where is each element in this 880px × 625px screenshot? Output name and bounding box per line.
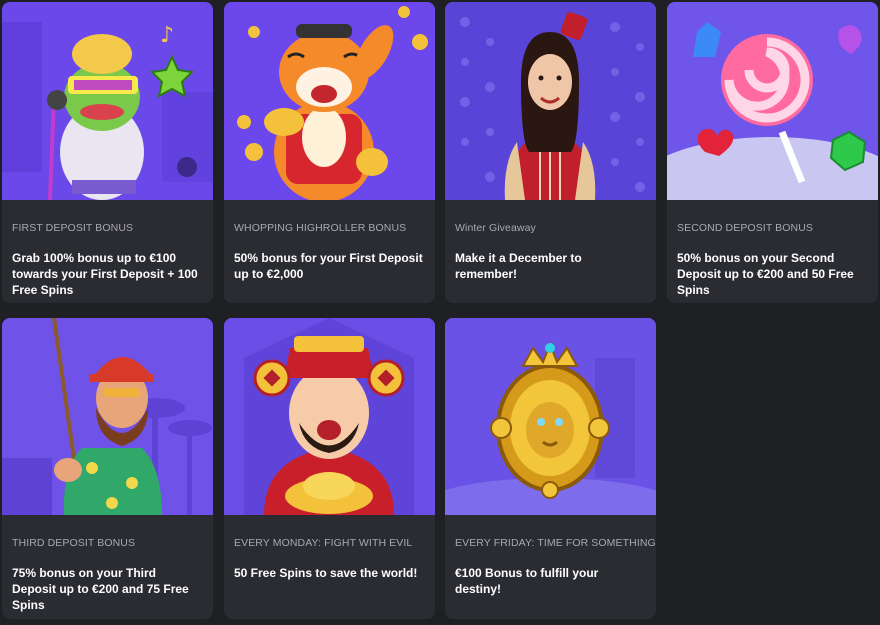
promo-image[interactable] bbox=[445, 318, 656, 515]
promo-image[interactable] bbox=[2, 318, 213, 515]
fisherman-icon bbox=[2, 318, 213, 515]
promo-card-second-deposit[interactable]: SECOND DEPOSIT BONUS 50% bonus on your S… bbox=[667, 2, 878, 303]
promo-image[interactable] bbox=[445, 2, 656, 200]
promo-image[interactable]: ♪ bbox=[2, 2, 213, 200]
promo-description: 75% bonus on your Third Deposit up to €2… bbox=[12, 566, 189, 612]
promo-card-monday[interactable]: EVERY MONDAY: FIGHT WITH EVIL 50 Free Sp… bbox=[224, 318, 435, 619]
promo-category: SECOND DEPOSIT BONUS bbox=[677, 222, 813, 234]
promo-description: 50% bonus on your Second Deposit up to €… bbox=[677, 251, 854, 297]
promo-image[interactable] bbox=[224, 2, 435, 200]
promo-image[interactable] bbox=[667, 2, 878, 200]
candy-lollipop-icon bbox=[667, 2, 878, 200]
promo-category: Winter Giveaway bbox=[455, 222, 536, 234]
promo-category: THIRD DEPOSIT BONUS bbox=[12, 537, 136, 549]
promo-image[interactable] bbox=[224, 318, 435, 515]
svg-text:♪: ♪ bbox=[160, 23, 174, 48]
promotions-grid: ♪ FIRST DEPOSIT BONUS Grab 100% bonus up… bbox=[0, 0, 880, 625]
promo-description: Grab 100% bonus up to €100 towards your … bbox=[12, 251, 198, 297]
frog-musician-icon: ♪ bbox=[2, 2, 213, 200]
promo-card-friday[interactable]: EVERY FRIDAY: TIME FOR SOMETHING BIG €10… bbox=[445, 318, 656, 619]
promo-description: €100 Bonus to fulfill your destiny! bbox=[455, 566, 599, 596]
promo-category: EVERY MONDAY: FIGHT WITH EVIL bbox=[234, 537, 413, 549]
fortune-god-icon bbox=[224, 318, 435, 515]
promo-category: WHOPPING HIGHROLLER BONUS bbox=[234, 222, 407, 234]
promo-description: 50 Free Spins to save the world! bbox=[234, 566, 418, 580]
promo-description: 50% bonus for your First Deposit up to €… bbox=[234, 251, 423, 281]
promo-card-first-deposit[interactable]: ♪ FIRST DEPOSIT BONUS Grab 100% bonus up… bbox=[2, 2, 213, 303]
promo-card-winter-giveaway[interactable]: Winter Giveaway Make it a December to re… bbox=[445, 2, 656, 303]
tiger-mascot-icon bbox=[224, 2, 435, 200]
promo-category: FIRST DEPOSIT BONUS bbox=[12, 222, 134, 234]
promo-card-highroller[interactable]: WHOPPING HIGHROLLER BONUS 50% bonus for … bbox=[224, 2, 435, 303]
golden-lion-emblem-icon bbox=[445, 318, 656, 515]
promo-card-third-deposit[interactable]: THIRD DEPOSIT BONUS 75% bonus on your Th… bbox=[2, 318, 213, 619]
promo-description: Make it a December to remember! bbox=[455, 251, 582, 281]
promo-category: EVERY FRIDAY: TIME FOR SOMETHING BIG bbox=[455, 537, 656, 549]
woman-host-icon bbox=[445, 2, 656, 200]
